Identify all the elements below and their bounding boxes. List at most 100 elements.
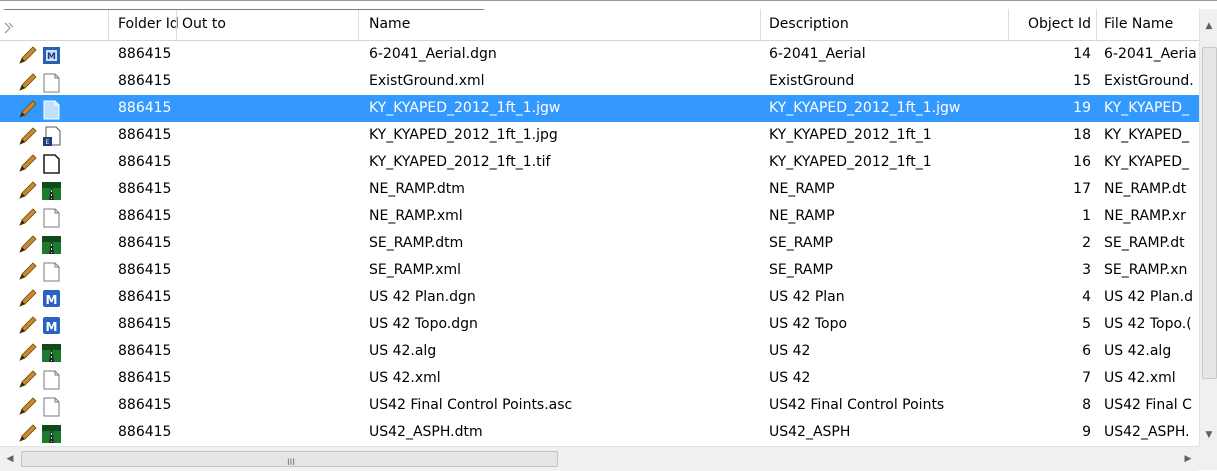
cell-description: US 42 Topo bbox=[769, 316, 848, 332]
doc-file-type-icon bbox=[18, 71, 78, 93]
cell-description: KY_KYAPED_2012_1ft_1.jgw bbox=[769, 100, 961, 116]
cell-name: KY_KYAPED_2012_1ft_1.jgw bbox=[369, 100, 561, 116]
cell-folder-id: 886415 bbox=[118, 235, 172, 251]
table-row[interactable]: 886415 KY_KYAPED_2012_1ft_1.jgw KY_KYAPED_… bbox=[0, 95, 1199, 122]
pencil-edit-icon bbox=[19, 73, 60, 93]
microstation-file-type-icon: M bbox=[18, 314, 78, 336]
cell-folder-id: 886415 bbox=[118, 73, 172, 89]
table-row[interactable]: 886415 US42 Final Control Points.asc US42 … bbox=[0, 392, 1199, 419]
cell-folder-id: 886415 bbox=[118, 424, 172, 440]
horizontal-scrollbar[interactable]: ◀ III ▶ bbox=[0, 446, 1199, 471]
horizontal-scroll-thumb[interactable]: III bbox=[21, 451, 558, 468]
scrollbar-corner bbox=[1199, 446, 1217, 470]
table-row[interactable]: 886415 US42_ASPH.dtm US42_ASPH 9 US42_ASPH. bbox=[0, 419, 1199, 446]
cell-name: US 42 Plan.dgn bbox=[369, 289, 476, 305]
cell-out-to bbox=[182, 176, 332, 203]
cell-out-to bbox=[182, 284, 332, 311]
table-row[interactable]: M 886415 6-2041_Aerial.dgn 6-2041_Aerial 14 6… bbox=[0, 41, 1199, 68]
cell-file-name: NE_RAMP.dt bbox=[1104, 181, 1187, 197]
doc-file-type-icon bbox=[18, 368, 78, 390]
road-file-type-icon bbox=[18, 422, 78, 444]
column-header-name[interactable]: Name bbox=[369, 9, 749, 40]
pencil-edit-icon bbox=[19, 397, 60, 417]
cell-out-to bbox=[182, 365, 332, 392]
scroll-right-icon[interactable]: ▶ bbox=[1178, 447, 1198, 471]
table-row[interactable]: M 886415 US 42 Topo.dgn US 42 Topo 5 US 42 To… bbox=[0, 311, 1199, 338]
svg-text:M: M bbox=[47, 52, 56, 62]
table-row[interactable]: 886415 US 42.alg US 42 6 US 42.alg bbox=[0, 338, 1199, 365]
table-row[interactable]: 886415 SE_RAMP.dtm SE_RAMP 2 SE_RAMP.dt bbox=[0, 230, 1199, 257]
cell-out-to bbox=[182, 68, 332, 95]
svg-text:M: M bbox=[46, 320, 58, 334]
scroll-up-icon[interactable]: ▲ bbox=[1200, 17, 1217, 35]
cell-out-to bbox=[182, 230, 332, 257]
cell-object-id: 7 bbox=[1082, 370, 1091, 386]
cell-out-to bbox=[182, 149, 332, 176]
table-row[interactable]: 886415 SE_RAMP.xml SE_RAMP 3 SE_RAMP.xn bbox=[0, 257, 1199, 284]
microstation-file-type-icon: M bbox=[18, 287, 78, 309]
column-header-description[interactable]: Description bbox=[769, 9, 999, 40]
doc-file-type-icon bbox=[18, 260, 78, 282]
cell-folder-id: 886415 bbox=[118, 370, 172, 386]
table-row[interactable]: M 886415 US 42 Plan.dgn US 42 Plan 4 US 42 Pl… bbox=[0, 284, 1199, 311]
column-separator[interactable] bbox=[760, 9, 761, 40]
table-row[interactable]: 886415 ExistGround.xml ExistGround 15 ExistG… bbox=[0, 68, 1199, 95]
column-header-file-name[interactable]: File Name bbox=[1104, 9, 1199, 40]
cell-object-id: 5 bbox=[1082, 316, 1091, 332]
scroll-grip-icon: III bbox=[287, 458, 295, 468]
cell-name: NE_RAMP.xml bbox=[369, 208, 463, 224]
cell-object-id: 9 bbox=[1082, 424, 1091, 440]
cell-description: US42_ASPH bbox=[769, 424, 851, 440]
cell-file-name: US 42 Topo.( bbox=[1104, 316, 1192, 332]
cell-description: ExistGround bbox=[769, 73, 855, 89]
column-header-out-to[interactable]: Out to bbox=[182, 9, 332, 40]
jpg-file-type-icon: E bbox=[18, 125, 78, 147]
cell-name: KY_KYAPED_2012_1ft_1.jpg bbox=[369, 127, 558, 143]
table-row[interactable]: 886415 US 42.xml US 42 7 US 42.xml bbox=[0, 365, 1199, 392]
table-row[interactable]: E 886415 KY_KYAPED_2012_1ft_1.jpg KY_KYAPED… bbox=[0, 122, 1199, 149]
vertical-scroll-thumb[interactable] bbox=[1202, 47, 1217, 379]
road-file-type-icon bbox=[18, 233, 78, 255]
doc-file-type-icon bbox=[18, 395, 78, 417]
cell-object-id: 15 bbox=[1073, 73, 1091, 89]
cell-object-id: 19 bbox=[1073, 100, 1091, 116]
column-header-folder-id[interactable]: Folder Id bbox=[118, 9, 178, 40]
scroll-down-icon[interactable]: ▼ bbox=[1200, 426, 1217, 444]
cell-file-name: US 42 Plan.d bbox=[1104, 289, 1193, 305]
cell-name: US42 Final Control Points.asc bbox=[369, 397, 573, 413]
cell-folder-id: 886415 bbox=[118, 316, 172, 332]
column-separator[interactable] bbox=[176, 9, 177, 40]
pencil-edit-icon bbox=[19, 370, 60, 390]
cell-description: US 42 bbox=[769, 370, 811, 386]
column-header-object-id[interactable]: Object Id bbox=[1015, 9, 1091, 40]
cell-folder-id: 886415 bbox=[118, 343, 172, 359]
cell-description: 6-2041_Aerial bbox=[769, 46, 866, 62]
cell-object-id: 14 bbox=[1073, 46, 1091, 62]
column-separator[interactable] bbox=[1096, 9, 1097, 40]
cell-folder-id: 886415 bbox=[118, 289, 172, 305]
cell-object-id: 18 bbox=[1073, 127, 1091, 143]
doc-file-type-icon bbox=[18, 206, 78, 228]
cell-out-to bbox=[182, 203, 332, 230]
cell-description: KY_KYAPED_2012_1ft_1 bbox=[769, 154, 932, 170]
doc-file-type-icon bbox=[18, 98, 78, 120]
column-separator[interactable] bbox=[358, 9, 359, 40]
column-separator[interactable] bbox=[1008, 9, 1009, 40]
pencil-edit-icon bbox=[19, 262, 60, 282]
cell-name: SE_RAMP.xml bbox=[369, 262, 462, 278]
scroll-left-icon[interactable]: ◀ bbox=[0, 447, 20, 471]
table-row[interactable]: 886415 KY_KYAPED_2012_1ft_1.tif KY_KYAPED_… bbox=[0, 149, 1199, 176]
table-row[interactable]: 886415 NE_RAMP.dtm NE_RAMP 17 NE_RAMP.dt bbox=[0, 176, 1199, 203]
cell-out-to bbox=[182, 338, 332, 365]
column-separator[interactable] bbox=[108, 9, 109, 40]
cell-file-name: US42_ASPH. bbox=[1104, 424, 1190, 440]
cell-folder-id: 886415 bbox=[118, 208, 172, 224]
top-border bbox=[0, 0, 1217, 1]
table-row[interactable]: 886415 NE_RAMP.xml NE_RAMP 1 NE_RAMP.xr bbox=[0, 203, 1199, 230]
vertical-scrollbar[interactable]: ▲ ▼ bbox=[1199, 9, 1217, 446]
cell-object-id: 1 bbox=[1082, 208, 1091, 224]
cell-file-name: US 42.xml bbox=[1104, 370, 1176, 386]
pencil-edit-icon: M bbox=[19, 289, 60, 307]
cell-name: US 42.xml bbox=[369, 370, 441, 386]
road-file-type-icon bbox=[18, 179, 78, 201]
